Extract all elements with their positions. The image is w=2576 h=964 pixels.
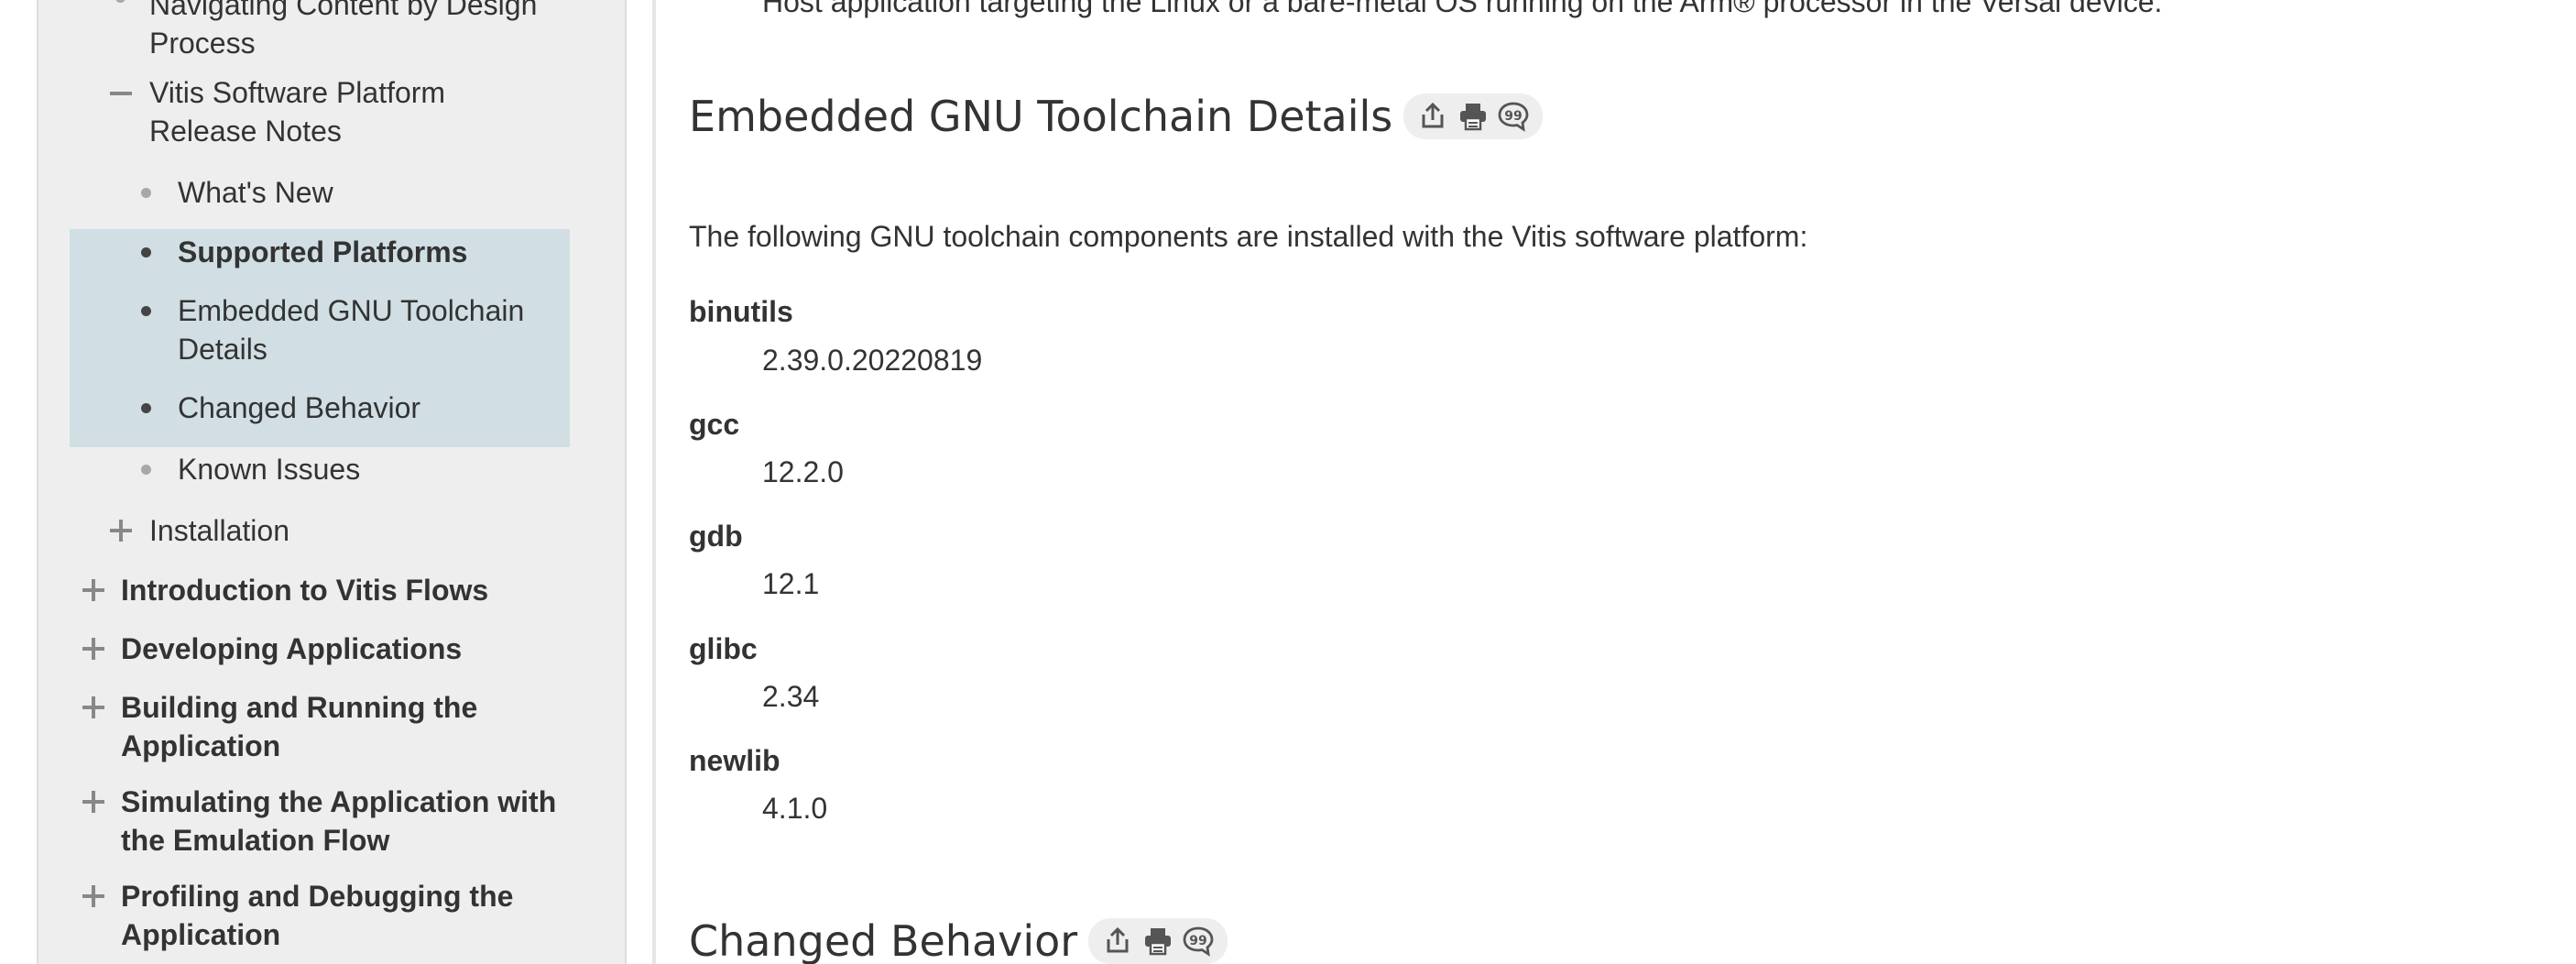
component-version: 2.39.0.20220819 [762, 344, 983, 377]
toc-item-developing-applications[interactable]: Developing Applications [121, 630, 597, 668]
toc-item-intro-vitis-flows[interactable]: Introduction to Vitis Flows [121, 571, 597, 609]
toc-item-simulating-emulation[interactable]: Simulating the Application with the Emul… [121, 783, 606, 860]
expand-icon[interactable] [82, 579, 104, 601]
expand-icon[interactable] [82, 885, 104, 907]
collapse-icon[interactable] [110, 92, 132, 95]
toc-item-whats-new[interactable]: What's New [178, 173, 581, 212]
section-heading: Embedded GNU Toolchain Details 99 [689, 92, 1544, 141]
section-title: Changed Behavior [689, 916, 1078, 964]
list-item-text: Host application targeting the Linux or … [762, 0, 2163, 18]
toc-item-changed-behavior[interactable]: Changed Behavior [178, 389, 581, 427]
toc-item-navigating-content[interactable]: Navigating Content by Design Process [149, 0, 607, 62]
bullet-icon [141, 188, 151, 198]
print-icon[interactable] [1457, 100, 1490, 133]
bullet-icon [141, 247, 151, 257]
bullet-icon [141, 465, 151, 475]
bullet-icon [141, 306, 151, 316]
section-title: Embedded GNU Toolchain Details [689, 92, 1393, 141]
bullet-icon [115, 0, 126, 3]
component-version: 12.2.0 [762, 455, 844, 488]
section-heading: Changed Behavior 99 [689, 916, 1228, 964]
sidebar-panel: Navigating Content by Design Process Vit… [0, 0, 660, 964]
toc-item-release-notes[interactable]: Vitis Software Platform Release Notes [149, 73, 534, 150]
feedback-icon[interactable]: 99 [1497, 100, 1530, 133]
svg-text:99: 99 [1189, 934, 1206, 948]
share-icon[interactable] [1416, 100, 1449, 133]
toc-item-building-running[interactable]: Building and Running the Application [121, 688, 542, 765]
component-version: 4.1.0 [762, 792, 828, 825]
expand-icon[interactable] [82, 791, 104, 813]
feedback-icon[interactable]: 99 [1182, 925, 1215, 958]
bullet-icon [141, 403, 151, 413]
section-actions: 99 [1088, 918, 1228, 964]
expand-icon[interactable] [110, 520, 132, 542]
section-intro: The following GNU toolchain components a… [689, 220, 1808, 253]
toc-item-known-issues[interactable]: Known Issues [178, 450, 581, 488]
share-icon[interactable] [1101, 925, 1134, 958]
component-name: newlib [689, 744, 780, 777]
section-actions: 99 [1403, 93, 1544, 139]
toc-item-embedded-gnu-toolchain[interactable]: Embedded GNU Toolchain Details [178, 291, 562, 368]
expand-icon[interactable] [82, 696, 104, 718]
component-version: 2.34 [762, 680, 820, 713]
component-name: gdb [689, 520, 743, 553]
component-name: binutils [689, 295, 793, 328]
component-version: 12.1 [762, 567, 820, 600]
divider [652, 0, 656, 964]
toc-item-profiling-debugging[interactable]: Profiling and Debugging the Application [121, 877, 542, 954]
component-name: glibc [689, 632, 758, 665]
table-of-contents: Navigating Content by Design Process Vit… [37, 0, 627, 964]
print-icon[interactable] [1141, 925, 1174, 958]
main-content: Host application targeting the Linux or … [689, 0, 2558, 964]
expand-icon[interactable] [82, 638, 104, 660]
toc-item-installation[interactable]: Installation [149, 511, 571, 550]
component-name: gcc [689, 408, 740, 441]
svg-text:99: 99 [1505, 109, 1523, 124]
toc-item-supported-platforms[interactable]: Supported Platforms [178, 233, 581, 271]
